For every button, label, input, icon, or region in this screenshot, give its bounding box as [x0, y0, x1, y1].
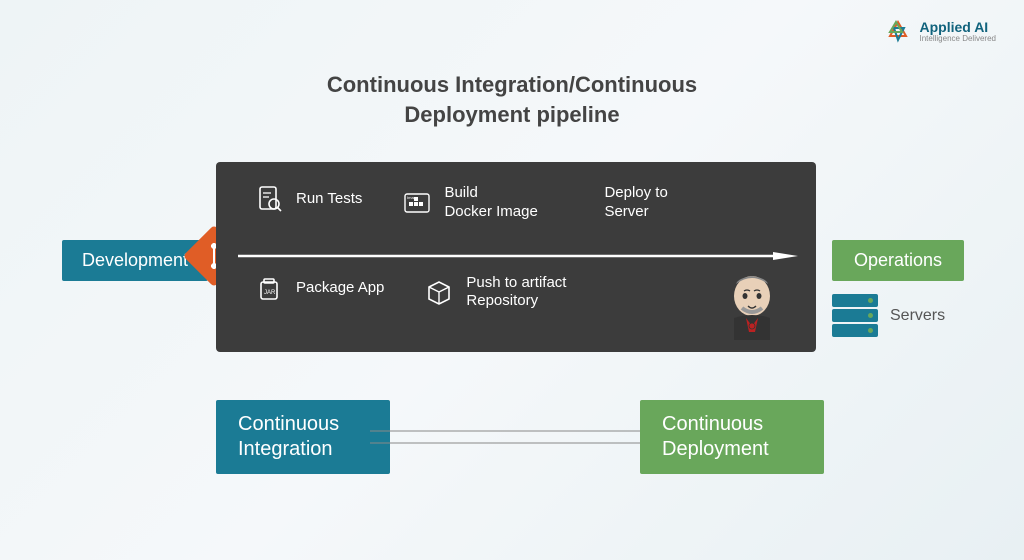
pipeline-container: Run Tests Image Build Docker Image Deplo… [216, 162, 816, 352]
step-deploy-server: Deploy to Server [604, 184, 694, 222]
pipeline-row-top: Run Tests Image Build Docker Image Deplo… [254, 184, 788, 222]
development-label: Development [62, 240, 208, 281]
step-push-artifact: Push to artifact Repository [424, 274, 586, 312]
operations-label: Operations [832, 240, 964, 281]
package-icon [424, 277, 454, 307]
servers-label: Servers [890, 307, 945, 325]
diagram-title: Continuous Integration/Continuous Deploy… [262, 70, 762, 129]
server-stack-icon [832, 294, 878, 337]
docker-icon: Image [402, 188, 432, 218]
continuous-deployment-label: Continuous Deployment [640, 400, 824, 474]
step-label: Package App [296, 279, 384, 298]
brand-title: Applied AI [920, 20, 997, 35]
jar-icon: JAR [254, 274, 284, 304]
jenkins-icon [722, 270, 782, 340]
step-package-app: JAR Package App [254, 274, 384, 304]
svg-text:JAR: JAR [264, 290, 276, 296]
continuous-integration-label: Continuous Integration [216, 400, 390, 474]
ci-text: Continuous Integration [238, 412, 368, 462]
step-build-docker: Image Build Docker Image [402, 184, 544, 222]
step-label: Deploy to Server [604, 184, 694, 222]
step-label: Run Tests [296, 190, 362, 209]
logo-icon [884, 18, 912, 46]
pipeline-arrow [238, 252, 798, 260]
step-label: Push to artifact Repository [466, 274, 586, 312]
brand-subtitle: Intelligence Delivered [920, 35, 997, 44]
test-document-icon [254, 184, 284, 214]
step-label: Build Docker Image [444, 184, 544, 222]
servers-group: Servers [832, 294, 945, 337]
svg-text:Image: Image [407, 195, 419, 200]
brand-logo: Applied AI Intelligence Delivered [884, 18, 997, 46]
pipeline-row-bottom: JAR Package App Push to artifact Reposit… [254, 274, 788, 312]
step-run-tests: Run Tests [254, 184, 362, 214]
cd-text: Continuous Deployment [662, 412, 802, 462]
connector-lines [370, 425, 640, 455]
